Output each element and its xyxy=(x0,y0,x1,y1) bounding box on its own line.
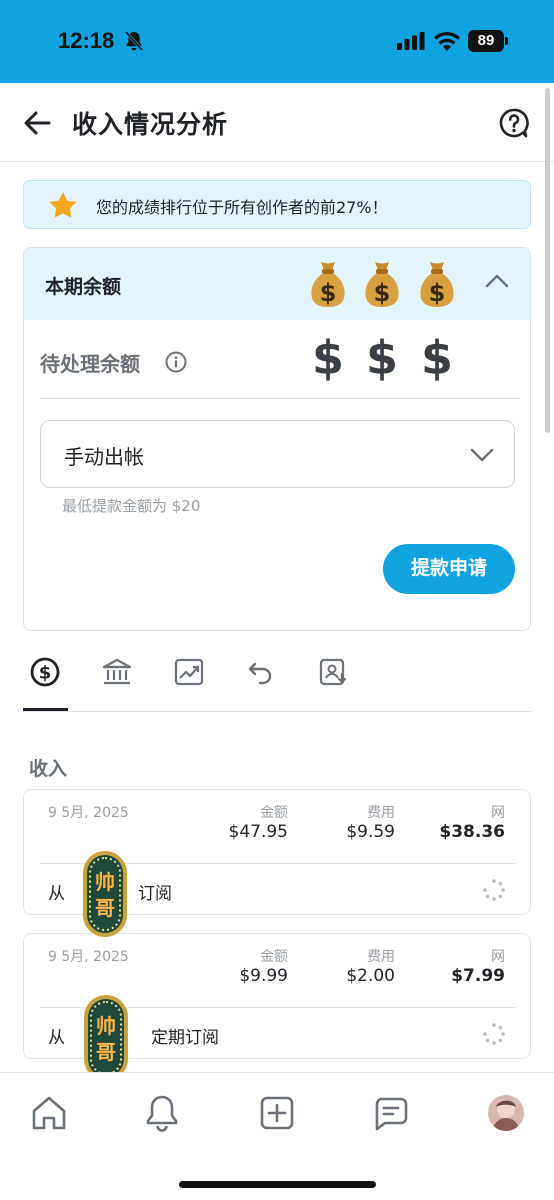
net-label: 网 xyxy=(491,805,505,821)
balance-title: 本期余额 xyxy=(45,276,122,298)
chevron-up-icon[interactable] xyxy=(484,271,510,291)
cellular-signal-icon xyxy=(397,32,425,50)
bell-muted-icon xyxy=(124,31,144,51)
rank-banner: 您的成绩排行位于所有创作者的前27%！ xyxy=(23,180,531,229)
pending-balance-label: 待处理余额 xyxy=(40,352,140,376)
loading-spinner-icon xyxy=(483,1023,505,1045)
active-tab-indicator xyxy=(23,708,68,711)
divider xyxy=(40,398,521,399)
from-label: 从 xyxy=(48,884,65,904)
statement-icon xyxy=(319,658,347,686)
star-icon xyxy=(49,192,77,218)
balance-header[interactable]: 本期余额 $ $ $ xyxy=(24,248,530,320)
info-icon[interactable] xyxy=(165,351,187,373)
transaction-date: 9 5月, 2025 xyxy=(48,949,129,965)
bell-icon xyxy=(146,1095,178,1132)
add-post-icon xyxy=(260,1096,294,1130)
svg-text:$: $ xyxy=(374,279,391,307)
net-value: $7.99 xyxy=(451,966,505,986)
tab-refunds[interactable] xyxy=(239,650,283,694)
refund-icon xyxy=(248,662,272,685)
payout-mode-value: 手动出帐 xyxy=(64,445,144,469)
money-bag-icon: $ xyxy=(365,262,399,307)
page-title: 收入情况分析 xyxy=(72,110,229,139)
amount-value: $47.95 xyxy=(228,822,288,842)
withdraw-request-button[interactable]: 提款申请 xyxy=(383,544,515,594)
tab-statements[interactable] xyxy=(311,650,355,694)
svg-text:帅: 帅 xyxy=(95,870,115,894)
chart-trend-icon xyxy=(174,658,204,686)
help-icon[interactable] xyxy=(498,107,530,139)
svg-text:$: $ xyxy=(429,279,446,307)
nav-new-post[interactable] xyxy=(255,1091,299,1135)
transaction-type: 订阅 xyxy=(138,884,172,904)
bank-icon xyxy=(102,658,132,685)
svg-text:哥: 哥 xyxy=(96,1040,116,1064)
profile-avatar[interactable] xyxy=(488,1095,524,1131)
transaction-date: 9 5月, 2025 xyxy=(48,805,129,821)
bottom-navigation xyxy=(0,1072,554,1200)
hidden-amount-glyph: $ xyxy=(420,331,453,385)
battery-indicator: 89 xyxy=(468,30,508,52)
amount-label: 金额 xyxy=(260,949,288,965)
hidden-amount-glyph: $ xyxy=(311,331,344,385)
rank-text: 您的成绩排行位于所有创作者的前27%！ xyxy=(96,198,388,217)
tab-bank[interactable] xyxy=(95,650,139,694)
svg-text:帅: 帅 xyxy=(96,1014,116,1038)
status-time: 12:18 xyxy=(58,28,115,53)
nav-messages[interactable] xyxy=(369,1091,413,1135)
balance-card: 本期余额 $ $ $ 待处理余额 $ $ $ 手动出帐 最低提款金额为 $20 … xyxy=(23,247,531,631)
status-bar: 12:18 89 xyxy=(0,0,554,83)
battery-level: 89 xyxy=(477,32,495,49)
earnings-tabs: $ xyxy=(23,644,531,712)
amount-label: 金额 xyxy=(260,805,288,821)
chevron-down-icon xyxy=(470,448,494,462)
fee-label: 费用 xyxy=(367,949,395,965)
net-value: $38.36 xyxy=(439,822,505,842)
scrollbar[interactable] xyxy=(545,88,550,433)
minimum-withdrawal-note: 最低提款金额为 $20 xyxy=(62,497,201,515)
app-header: 收入情况分析 xyxy=(0,83,554,162)
home-indicator xyxy=(179,1181,376,1188)
fee-value: $2.00 xyxy=(346,966,395,986)
payout-mode-select[interactable]: 手动出帐 xyxy=(40,420,515,488)
sticker-overlay: 帅 哥 xyxy=(84,995,128,1081)
loading-spinner-icon xyxy=(483,879,505,901)
income-section-label: 收入 xyxy=(29,758,68,780)
transaction-type: 定期订阅 xyxy=(151,1028,219,1048)
sticker-overlay: 帅 哥 xyxy=(83,851,127,937)
money-bag-icon: $ xyxy=(420,262,454,307)
dollar-circle-icon: $ xyxy=(30,657,60,687)
net-label: 网 xyxy=(491,949,505,965)
tab-statistics[interactable] xyxy=(167,650,211,694)
back-arrow-icon[interactable] xyxy=(22,109,52,137)
fee-value: $9.59 xyxy=(346,822,395,842)
nav-notifications[interactable] xyxy=(140,1091,184,1135)
messages-icon xyxy=(375,1097,408,1131)
home-icon xyxy=(32,1096,66,1130)
money-bag-icon: $ xyxy=(311,262,345,307)
svg-text:$: $ xyxy=(320,279,337,307)
svg-text:哥: 哥 xyxy=(95,896,115,920)
from-label: 从 xyxy=(48,1028,65,1048)
tab-earnings[interactable]: $ xyxy=(23,650,67,694)
amount-value: $9.99 xyxy=(239,966,288,986)
hidden-amount-glyph: $ xyxy=(365,331,398,385)
nav-home[interactable] xyxy=(27,1091,71,1135)
fee-label: 费用 xyxy=(367,805,395,821)
wifi-icon xyxy=(434,31,460,51)
svg-text:$: $ xyxy=(39,663,52,684)
